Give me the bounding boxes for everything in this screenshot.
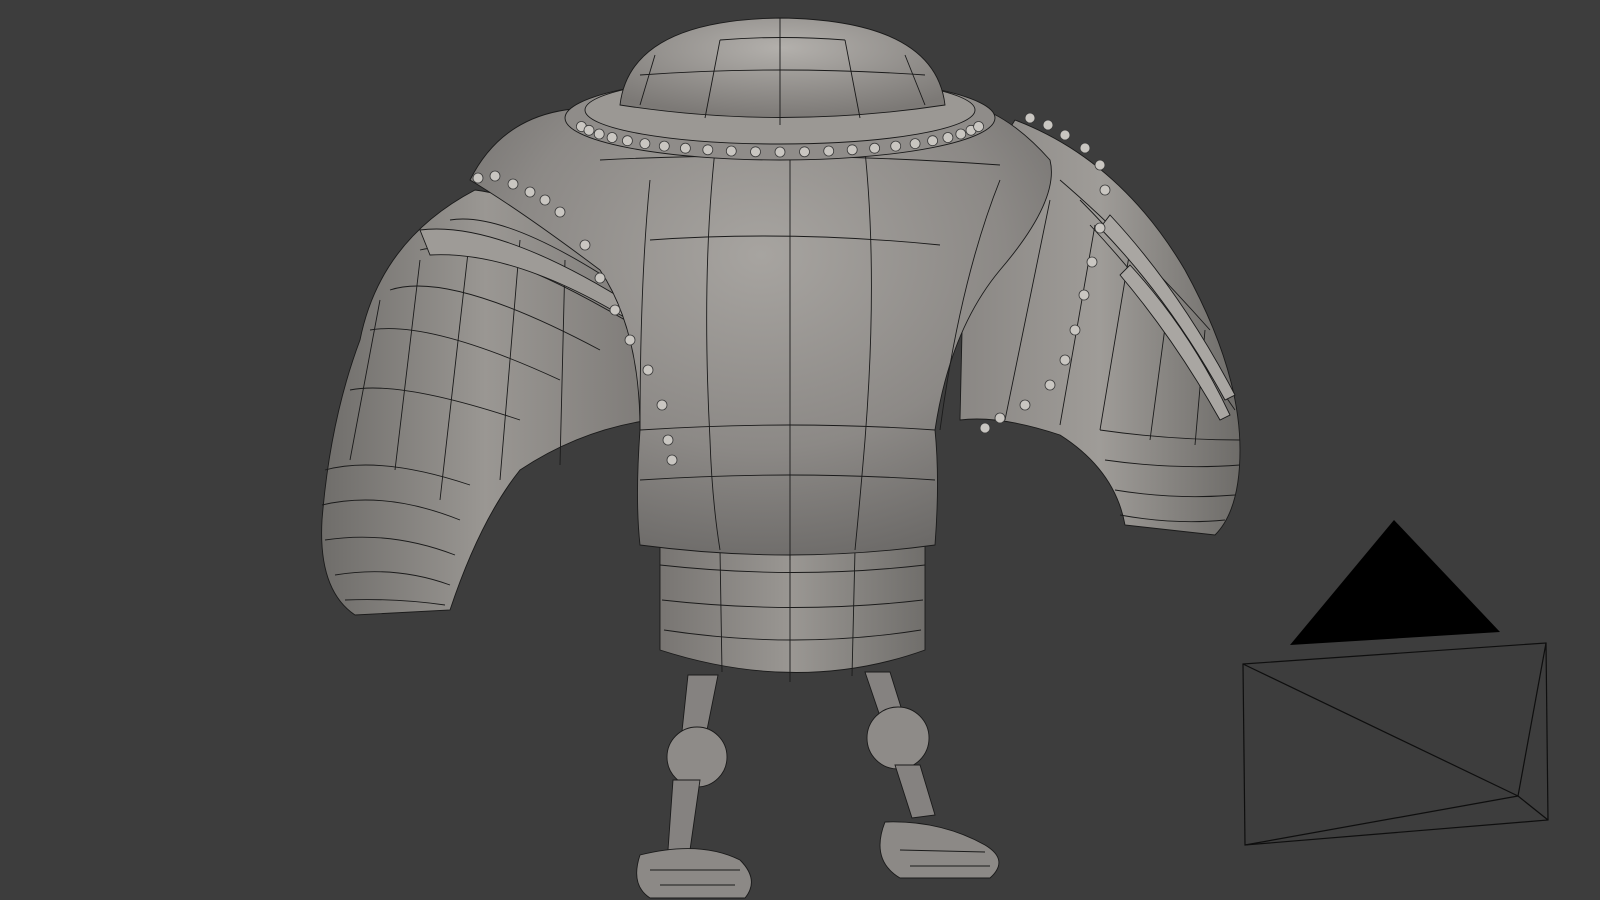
rivet bbox=[973, 121, 984, 132]
rivet bbox=[524, 186, 536, 198]
rivet bbox=[750, 146, 761, 158]
rivet bbox=[642, 364, 654, 376]
rivet bbox=[662, 434, 674, 446]
right-leg[interactable] bbox=[864, 671, 1000, 879]
rivet bbox=[1042, 119, 1054, 131]
rivet bbox=[539, 194, 551, 206]
rivet bbox=[799, 146, 810, 158]
rivet bbox=[774, 146, 786, 158]
rivet bbox=[869, 142, 880, 154]
rivet bbox=[658, 140, 670, 152]
rivet bbox=[1019, 399, 1031, 411]
rivet bbox=[680, 142, 691, 154]
rivet bbox=[909, 138, 921, 150]
rivet bbox=[593, 128, 605, 140]
rivet bbox=[666, 454, 678, 466]
rivet bbox=[606, 132, 618, 143]
rivet bbox=[639, 138, 651, 150]
rivet bbox=[846, 144, 858, 156]
rivet bbox=[489, 170, 501, 182]
left-leg[interactable] bbox=[636, 674, 752, 899]
rivet bbox=[927, 135, 938, 147]
rivet bbox=[702, 144, 714, 156]
rivet bbox=[507, 178, 519, 190]
rivet bbox=[823, 145, 835, 157]
belly-cylinder[interactable] bbox=[659, 544, 926, 682]
rivet bbox=[890, 140, 902, 152]
rivet bbox=[594, 272, 606, 284]
rivet bbox=[1079, 142, 1091, 154]
dome-head[interactable] bbox=[619, 17, 946, 125]
rivet bbox=[583, 124, 595, 136]
rivet bbox=[1094, 222, 1106, 234]
rivet bbox=[979, 422, 991, 434]
rivet bbox=[1024, 112, 1036, 124]
rivet bbox=[942, 132, 954, 143]
rivet bbox=[609, 304, 621, 316]
rivet bbox=[1086, 256, 1098, 268]
rivet bbox=[994, 412, 1006, 424]
rivet bbox=[656, 399, 668, 411]
rivet bbox=[1094, 159, 1106, 171]
rivet bbox=[1044, 379, 1056, 391]
rivet bbox=[624, 334, 636, 346]
camera-up-indicator bbox=[1290, 520, 1500, 645]
rivet bbox=[725, 145, 737, 157]
rivet bbox=[1059, 354, 1071, 366]
rivet bbox=[1059, 129, 1071, 141]
rivet bbox=[554, 206, 566, 218]
rivet bbox=[1099, 184, 1111, 196]
camera-frustum bbox=[1242, 642, 1549, 846]
3d-viewport[interactable] bbox=[0, 0, 1600, 900]
camera-object[interactable] bbox=[1242, 520, 1549, 846]
rivet bbox=[1069, 324, 1081, 336]
rivet bbox=[955, 128, 967, 140]
rivet bbox=[1078, 289, 1090, 301]
rivet bbox=[622, 135, 633, 147]
rivet bbox=[472, 172, 484, 184]
rivet bbox=[579, 239, 591, 251]
